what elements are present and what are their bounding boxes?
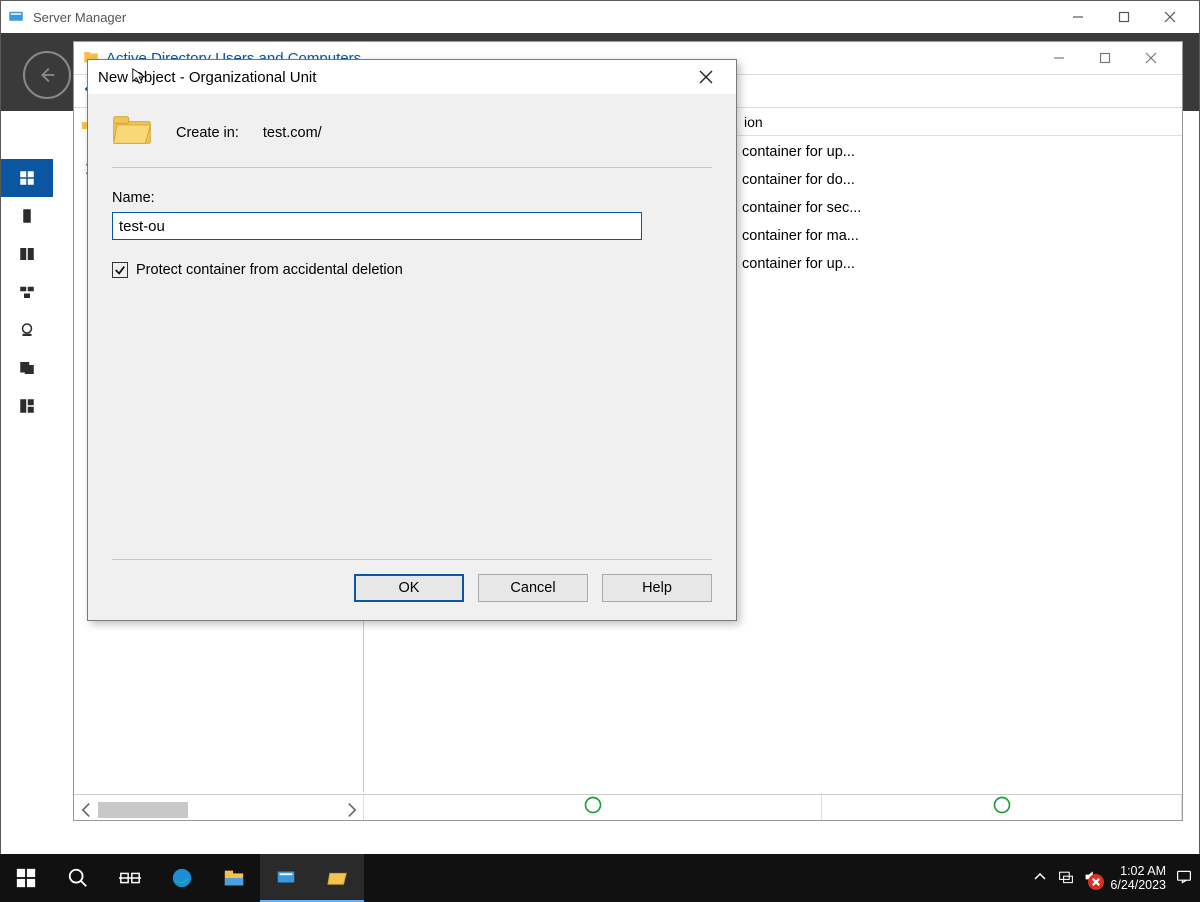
aduc-close-button[interactable] <box>1128 42 1174 74</box>
list-item[interactable]: container for ma... <box>742 222 1182 250</box>
tray-network-icon[interactable] <box>1058 869 1074 888</box>
taskbar-explorer[interactable] <box>208 854 260 902</box>
protect-checkbox[interactable] <box>112 262 128 278</box>
tray-clock[interactable]: 1:02 AM 6/24/2023 <box>1110 864 1166 892</box>
server-manager-title: Server Manager <box>33 10 126 25</box>
taskbar-aduc[interactable] <box>312 854 364 902</box>
minimize-button[interactable] <box>1055 1 1101 33</box>
new-ou-dialog: New Object - Organizational Unit Create … <box>87 59 737 621</box>
rail-iis[interactable] <box>1 387 53 425</box>
tray-notifications-icon[interactable] <box>1176 869 1192 888</box>
rail-file-services[interactable] <box>1 349 53 387</box>
task-view-button[interactable] <box>104 854 156 902</box>
cancel-button[interactable]: Cancel <box>478 574 588 602</box>
tray-date: 6/24/2023 <box>1110 878 1166 892</box>
ok-button[interactable]: OK <box>354 574 464 602</box>
dialog-titlebar[interactable]: New Object - Organizational Unit <box>88 60 736 94</box>
aduc-minimize-button[interactable] <box>1036 42 1082 74</box>
rail-dns[interactable] <box>1 311 53 349</box>
list-item[interactable]: container for do... <box>742 166 1182 194</box>
rail-dashboard[interactable] <box>1 159 53 197</box>
server-manager-window: Server Manager Active Directory Users an… <box>0 0 1200 902</box>
tray-volume-icon[interactable] <box>1084 869 1100 888</box>
rail-all-servers[interactable] <box>1 235 53 273</box>
status-ok-icon <box>583 795 603 815</box>
aduc-statusbar <box>74 794 1182 820</box>
server-manager-icon <box>7 8 25 26</box>
folder-icon <box>112 112 152 153</box>
help-button[interactable]: Help <box>602 574 712 602</box>
server-manager-titlebar[interactable]: Server Manager <box>1 1 1199 33</box>
tray-time: 1:02 AM <box>1110 864 1166 878</box>
list-item[interactable]: container for up... <box>742 138 1182 166</box>
left-nav-rail <box>1 159 53 425</box>
name-label: Name: <box>112 190 712 206</box>
list-rows: container for up... container for do... … <box>742 138 1182 278</box>
back-button[interactable] <box>23 51 71 99</box>
create-in-label: Create in: <box>176 125 239 141</box>
rail-local-server[interactable] <box>1 197 53 235</box>
rail-ad-ds[interactable] <box>1 273 53 311</box>
maximize-button[interactable] <box>1101 1 1147 33</box>
system-tray[interactable]: 1:02 AM 6/24/2023 <box>1032 864 1200 892</box>
tray-overflow-icon[interactable] <box>1032 869 1048 888</box>
list-item[interactable]: container for up... <box>742 250 1182 278</box>
status-ok-icon <box>992 795 1012 815</box>
protect-label: Protect container from accidental deleti… <box>136 262 403 278</box>
taskbar-edge[interactable] <box>156 854 208 902</box>
create-in-path: test.com/ <box>263 125 322 141</box>
start-button[interactable] <box>0 854 52 902</box>
close-button[interactable] <box>1147 1 1193 33</box>
search-button[interactable] <box>52 854 104 902</box>
dialog-title: New Object - Organizational Unit <box>98 69 316 86</box>
taskbar-server-manager[interactable] <box>260 854 312 902</box>
taskbar: 1:02 AM 6/24/2023 <box>0 854 1200 902</box>
dialog-close-button[interactable] <box>686 70 726 84</box>
name-input[interactable] <box>112 212 642 240</box>
column-description[interactable]: ion <box>744 114 924 130</box>
list-item[interactable]: container for sec... <box>742 194 1182 222</box>
aduc-maximize-button[interactable] <box>1082 42 1128 74</box>
